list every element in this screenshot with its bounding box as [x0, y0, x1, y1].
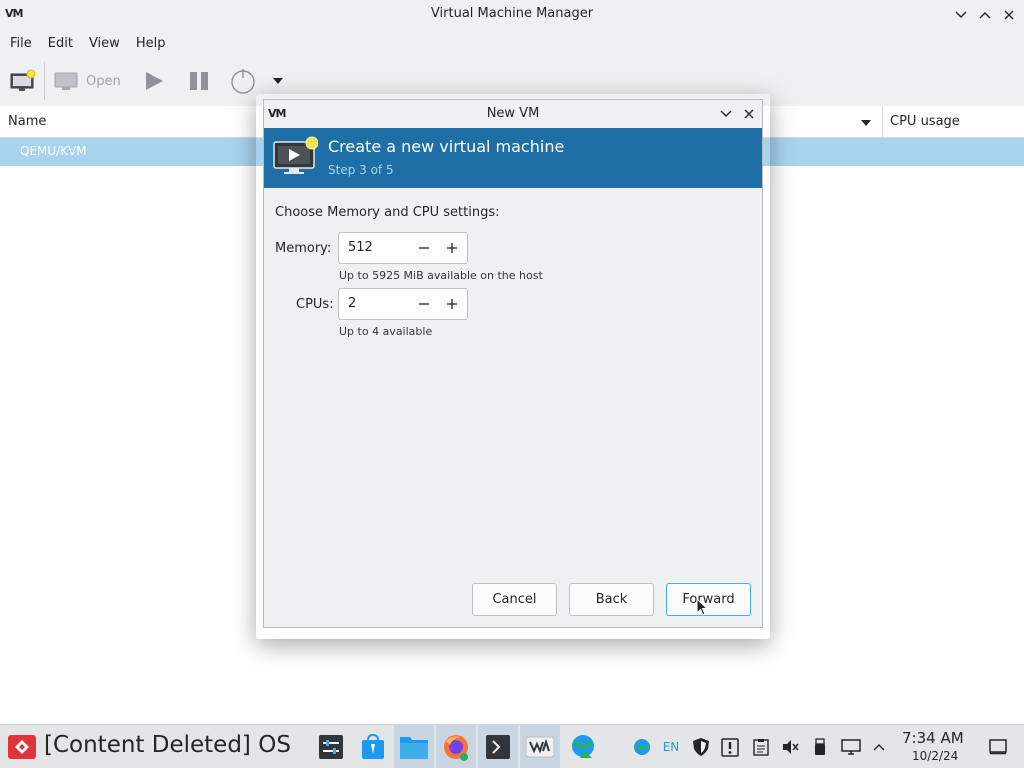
chevron-down-icon: [955, 11, 967, 18]
memory-label: Memory:: [275, 241, 332, 256]
cpus-hint: Up to 4 available: [339, 325, 433, 338]
usb-device-icon[interactable]: [810, 737, 830, 757]
menu-edit[interactable]: Edit: [42, 36, 79, 51]
files-app-icon[interactable]: [394, 725, 434, 768]
notification-icon[interactable]: [720, 737, 740, 757]
window-title: Virtual Machine Manager: [430, 6, 594, 21]
power-icon: [231, 69, 255, 94]
settings-app-icon[interactable]: [311, 725, 351, 768]
minus-icon: [419, 247, 429, 249]
minus-icon: [419, 303, 429, 305]
plus-icon: [447, 299, 457, 309]
connection-label: QEMU/KVM: [20, 144, 87, 158]
chevron-up-icon[interactable]: [870, 737, 888, 757]
memory-hint: Up to 5925 MiB available on the host: [339, 269, 543, 282]
dialog-close-button[interactable]: [739, 104, 759, 124]
cpus-value[interactable]: 2: [348, 296, 356, 311]
vm-app-icon[interactable]: [520, 725, 560, 768]
firefox-app-icon[interactable]: [436, 725, 476, 768]
run-button[interactable]: [143, 64, 165, 98]
memory-stepper[interactable]: 512: [338, 232, 468, 264]
clock-date[interactable]: 10/2/24: [912, 749, 958, 763]
dialog-minimize-button[interactable]: [716, 104, 736, 124]
column-cpu-usage[interactable]: CPU usage: [882, 106, 960, 137]
pause-icon: [190, 72, 208, 90]
banner-step: Step 3 of 5: [328, 163, 394, 177]
cpus-decrement-button[interactable]: [415, 295, 433, 313]
minimize-button[interactable]: [950, 4, 972, 26]
display-icon[interactable]: [840, 737, 862, 757]
close-icon: [744, 109, 754, 119]
memory-value[interactable]: 512: [348, 240, 373, 255]
maximize-button[interactable]: [974, 4, 996, 26]
menu-view[interactable]: View: [83, 36, 126, 51]
chevron-up-icon: [979, 12, 991, 19]
wizard-banner: Create a new virtual machine Step 3 of 5: [264, 128, 762, 188]
open-button[interactable]: Open: [54, 64, 121, 98]
play-icon: [146, 72, 163, 90]
close-icon: [1004, 10, 1014, 20]
cancel-button[interactable]: Cancel: [472, 583, 557, 616]
network-app-icon[interactable]: [563, 725, 603, 768]
dialog-titlebar: VM New VM: [264, 100, 762, 128]
chevron-down-icon: [720, 110, 732, 117]
shield-icon[interactable]: [691, 737, 711, 757]
show-desktop-icon[interactable]: [987, 737, 1009, 757]
pause-button[interactable]: [188, 64, 210, 98]
os-label: [Content Deleted] OS: [44, 732, 291, 758]
memory-increment-button[interactable]: [443, 239, 461, 257]
new-vm-icon: [272, 136, 319, 182]
cpus-label: CPUs:: [296, 297, 334, 312]
mouse-cursor-icon: [696, 597, 709, 620]
new-vm-icon: [10, 69, 36, 91]
store-app-icon[interactable]: [353, 725, 393, 768]
network-tray-icon[interactable]: [632, 737, 652, 757]
menu-bar: File Edit View Help: [0, 30, 1024, 56]
back-button[interactable]: Back: [569, 583, 654, 616]
column-dropdown-icon[interactable]: [860, 116, 872, 131]
shutdown-button[interactable]: [230, 64, 256, 98]
plus-icon: [447, 243, 457, 253]
main-titlebar: VM Virtual Machine Manager: [0, 0, 1024, 30]
keyboard-layout-indicator[interactable]: EN: [661, 737, 681, 757]
cpus-increment-button[interactable]: [443, 295, 461, 313]
os-logo-icon: [15, 740, 29, 754]
menu-file[interactable]: File: [4, 36, 38, 51]
dropdown-arrow-icon: [273, 78, 283, 84]
dialog-title: New VM: [486, 106, 540, 121]
clock-time[interactable]: 7:34 AM: [902, 729, 964, 747]
new-vm-button[interactable]: [10, 64, 36, 98]
open-label: Open: [86, 73, 121, 89]
taskbar: [Content Deleted] OS EN 7:34 AM 10/2/24: [0, 724, 1024, 768]
column-name[interactable]: Name: [8, 114, 46, 129]
close-button[interactable]: [998, 4, 1020, 26]
new-vm-dialog: VM New VM Create a new virtual machine S…: [263, 99, 763, 628]
terminal-app-icon[interactable]: [478, 725, 518, 768]
clipboard-icon[interactable]: [751, 737, 771, 757]
cpus-stepper[interactable]: 2: [338, 288, 468, 320]
menu-help[interactable]: Help: [130, 36, 172, 51]
banner-title: Create a new virtual machine: [328, 137, 565, 156]
start-menu-button[interactable]: [8, 735, 36, 759]
shutdown-menu-button[interactable]: [272, 64, 284, 98]
section-label: Choose Memory and CPU settings:: [275, 205, 500, 220]
monitor-icon: [54, 72, 78, 90]
memory-decrement-button[interactable]: [415, 239, 433, 257]
volume-muted-icon[interactable]: [780, 737, 800, 757]
toolbar-separator: [44, 62, 45, 100]
forward-button[interactable]: Forward: [666, 583, 751, 616]
